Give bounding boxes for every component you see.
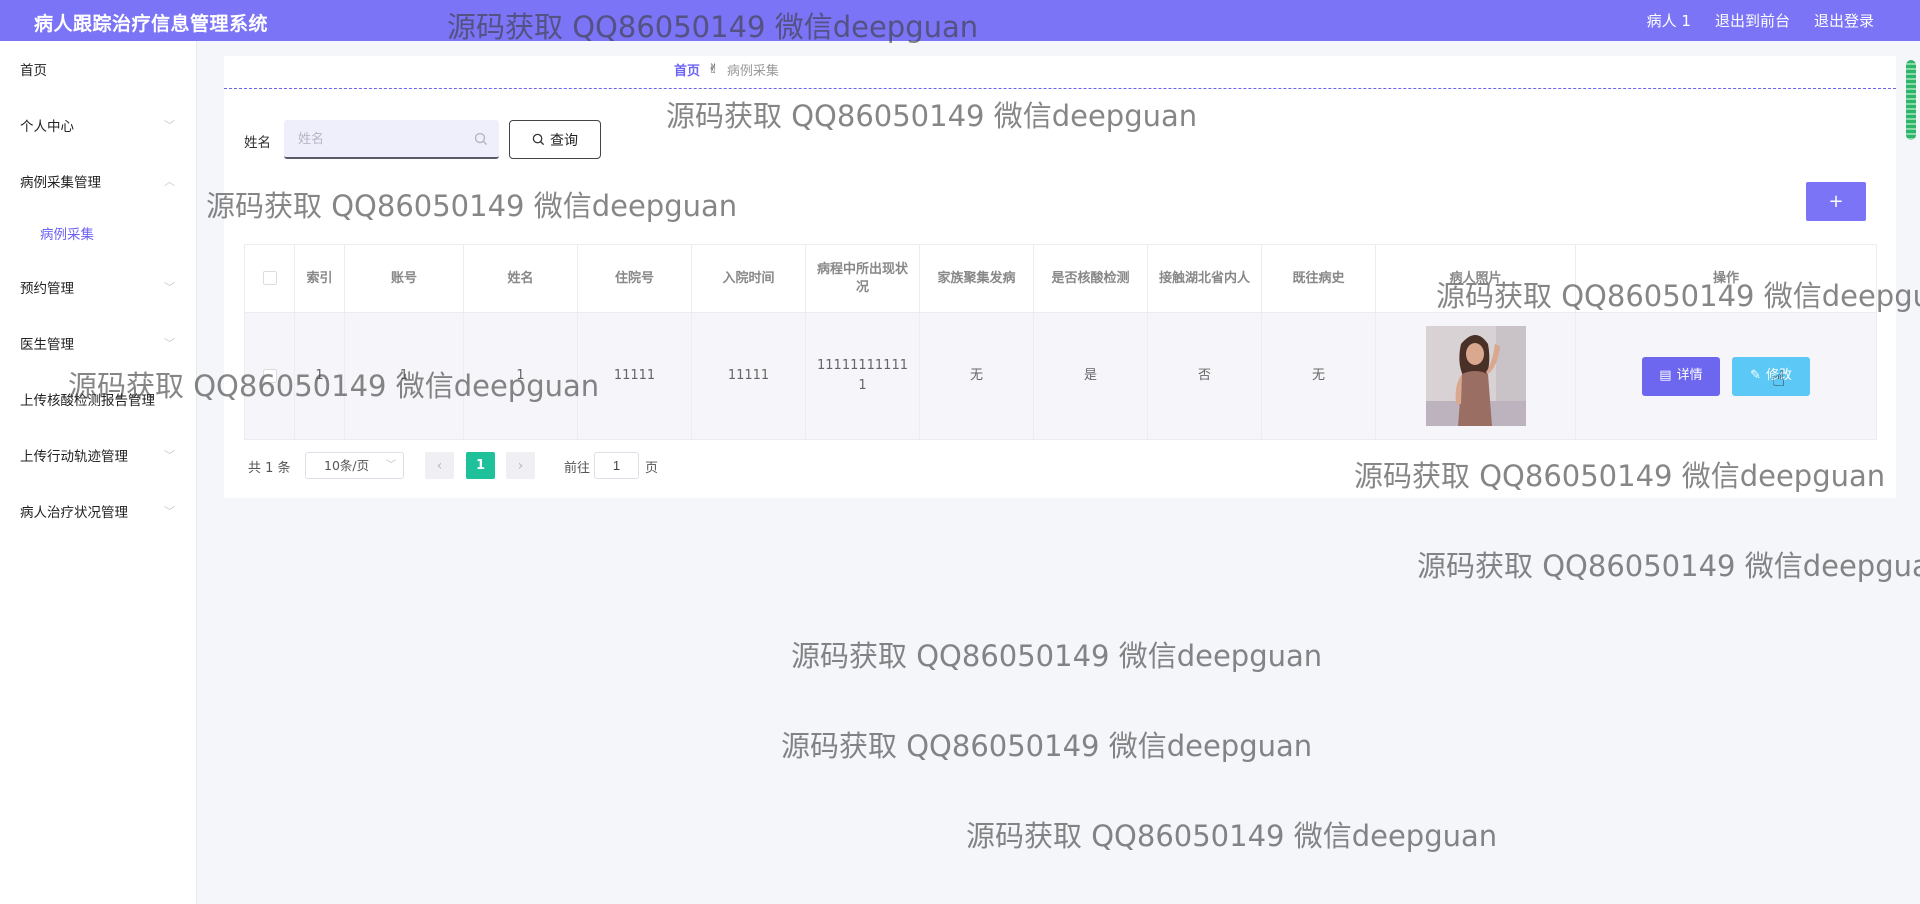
- chevron-down-icon: ﹀: [164, 449, 175, 462]
- logout-link[interactable]: 退出登录: [1814, 10, 1874, 31]
- chevron-down-icon: ﹀: [164, 119, 175, 132]
- chevron-right-icon: ›: [517, 457, 524, 474]
- sidebar-item-doctor-mgmt[interactable]: 医生管理 ﹀: [0, 333, 197, 357]
- column-header: 既往病史: [1261, 244, 1376, 313]
- sidebar-item-label: 病例采集管理: [20, 175, 101, 191]
- sidebar-item-label: 病人治疗状况管理: [20, 505, 128, 521]
- hand-pointer-cursor: ☝: [1772, 367, 1786, 392]
- column-header: 病程中所出现状况: [805, 244, 920, 313]
- sidebar-item-nucleic-report-mgmt[interactable]: 上传核酸检测报告管理: [0, 389, 197, 413]
- column-header: 入院时间: [691, 244, 806, 313]
- sidebar-item-label: 病例采集: [40, 227, 94, 243]
- column-header: 账号: [344, 244, 464, 313]
- breadcrumb: 首页 ✌ 病例采集: [674, 60, 779, 79]
- row-select-cell: [244, 312, 295, 440]
- column-header: 病人照片: [1375, 244, 1576, 313]
- detail-button-label: 详情: [1676, 368, 1703, 383]
- cell-nucleic-test: 是: [1033, 312, 1148, 440]
- vertical-scrollbar[interactable]: [1906, 60, 1916, 140]
- cell-name: 1: [463, 312, 578, 440]
- edit-pencil-icon: ✎: [1750, 368, 1761, 383]
- page-size-select[interactable]: 10条/页 ﹀: [305, 452, 404, 479]
- row-checkbox[interactable]: [262, 368, 277, 383]
- cell-actions: ▤ 详情 ✎ 修改: [1575, 312, 1877, 440]
- table-row: 1 1 1 11111 11111 111111111111 无 是 否 无 ▤…: [244, 312, 1877, 440]
- current-user-link[interactable]: 病人 1: [1647, 10, 1691, 31]
- header-nav: 病人 1 退出到前台 退出登录: [1647, 10, 1874, 31]
- name-search-input[interactable]: [284, 120, 499, 159]
- pagination-total: 共 1 条: [248, 461, 291, 476]
- sidebar-item-case-collection[interactable]: 病例采集: [0, 223, 197, 247]
- prev-page-button[interactable]: ‹: [425, 452, 454, 479]
- case-table: 索引 账号 姓名 住院号 入院时间 病程中所出现状况 家族聚集发病 是否核酸检测…: [244, 244, 1877, 440]
- detail-button[interactable]: ▤ 详情: [1641, 356, 1720, 396]
- select-all-cell: [244, 244, 295, 313]
- sidebar-item-label: 个人中心: [20, 119, 74, 135]
- patient-photo[interactable]: [1425, 326, 1526, 426]
- cell-admission-time: 11111: [691, 312, 806, 440]
- cell-account: 1: [344, 312, 464, 440]
- sidebar-item-label: 医生管理: [20, 337, 74, 353]
- search-icon: [474, 132, 487, 145]
- cell-inpatient-no: 11111: [577, 312, 692, 440]
- next-page-button[interactable]: ›: [506, 452, 535, 479]
- chevron-down-icon: ﹀: [164, 281, 175, 294]
- sidebar-item-label: 首页: [20, 63, 47, 79]
- add-button[interactable]: +: [1806, 182, 1866, 221]
- page-suffix-label: 页: [645, 461, 659, 476]
- watermark-text: 源码获取 QQ86050149 微信deepguan: [966, 819, 1498, 853]
- select-all-checkbox[interactable]: [262, 271, 277, 285]
- sidebar-item-case-collection-mgmt[interactable]: 病例采集管理 ︿: [0, 171, 197, 195]
- page-size-value: 10条/页: [324, 458, 370, 473]
- chevron-up-icon: ︿: [164, 175, 175, 188]
- watermark-text: 源码获取 QQ86050149 微信deepguan: [1417, 549, 1920, 583]
- column-header: 索引: [294, 244, 345, 313]
- chevron-down-icon: ﹀: [386, 460, 396, 471]
- chevron-down-icon: ﹀: [164, 505, 175, 518]
- back-to-frontend-link[interactable]: 退出到前台: [1715, 10, 1790, 31]
- top-header: 病人跟踪治疗信息管理系统 病人 1 退出到前台 退出登录: [0, 0, 1920, 41]
- goto-label: 前往: [564, 461, 591, 476]
- sidebar-item-treatment-status-mgmt[interactable]: 病人治疗状况管理 ﹀: [0, 501, 197, 525]
- sidebar-item-trajectory-mgmt[interactable]: 上传行动轨迹管理 ﹀: [0, 445, 197, 469]
- chevron-down-icon: ﹀: [164, 337, 175, 350]
- sidebar-item-label: 上传核酸检测报告管理: [20, 393, 155, 409]
- query-button[interactable]: 查询: [509, 120, 601, 159]
- page-number-button[interactable]: 1: [466, 452, 495, 479]
- name-search-label: 姓名: [244, 135, 271, 151]
- chevron-left-icon: ‹: [436, 457, 443, 474]
- column-header: 住院号: [577, 244, 692, 313]
- sidebar-item-appointment-mgmt[interactable]: 预约管理 ﹀: [0, 277, 197, 301]
- column-header: 家族聚集发病: [919, 244, 1034, 313]
- sidebar-item-home[interactable]: 首页: [0, 59, 197, 83]
- plus-icon: +: [1828, 191, 1844, 212]
- search-icon: [532, 133, 545, 146]
- query-button-label: 查询: [550, 132, 578, 149]
- sidebar-item-label: 预约管理: [20, 281, 74, 297]
- sidebar: 首页 个人中心 ﹀ 病例采集管理 ︿ 病例采集 预约管理 ﹀ 医生管理 ﹀ 上传核酸检测…: [0, 41, 197, 904]
- breadcrumb-current: 病例采集: [726, 64, 779, 79]
- scrollbar-thumb[interactable]: [1906, 60, 1916, 140]
- breadcrumb-divider: [224, 88, 1896, 89]
- watermark-text: 源码获取 QQ86050149 微信deepguan: [781, 729, 1313, 763]
- cell-index: 1: [294, 312, 345, 440]
- cell-condition: 111111111111: [805, 312, 920, 440]
- column-header: 姓名: [463, 244, 578, 313]
- sidebar-item-personal-center[interactable]: 个人中心 ﹀: [0, 115, 197, 139]
- column-header: 操作: [1575, 244, 1877, 313]
- watermark-text: 源码获取 QQ86050149 微信deepguan: [791, 639, 1323, 673]
- goto-page-input[interactable]: [594, 452, 639, 479]
- cell-photo: [1375, 312, 1576, 440]
- table-header-row: 索引 账号 姓名 住院号 入院时间 病程中所出现状况 家族聚集发病 是否核酸检测…: [244, 244, 1877, 313]
- breadcrumb-home[interactable]: 首页: [674, 60, 700, 79]
- document-icon: ▤: [1659, 368, 1672, 383]
- cell-hubei-contact: 否: [1147, 312, 1262, 440]
- cell-history: 无: [1261, 312, 1376, 440]
- column-header: 是否核酸检测: [1033, 244, 1148, 313]
- app-title: 病人跟踪治疗信息管理系统: [34, 13, 269, 35]
- column-header: 接触湖北省内人: [1147, 244, 1262, 313]
- cell-family-cluster: 无: [919, 312, 1034, 440]
- sidebar-item-label: 上传行动轨迹管理: [20, 449, 128, 465]
- hand-icon: ✌: [708, 62, 719, 77]
